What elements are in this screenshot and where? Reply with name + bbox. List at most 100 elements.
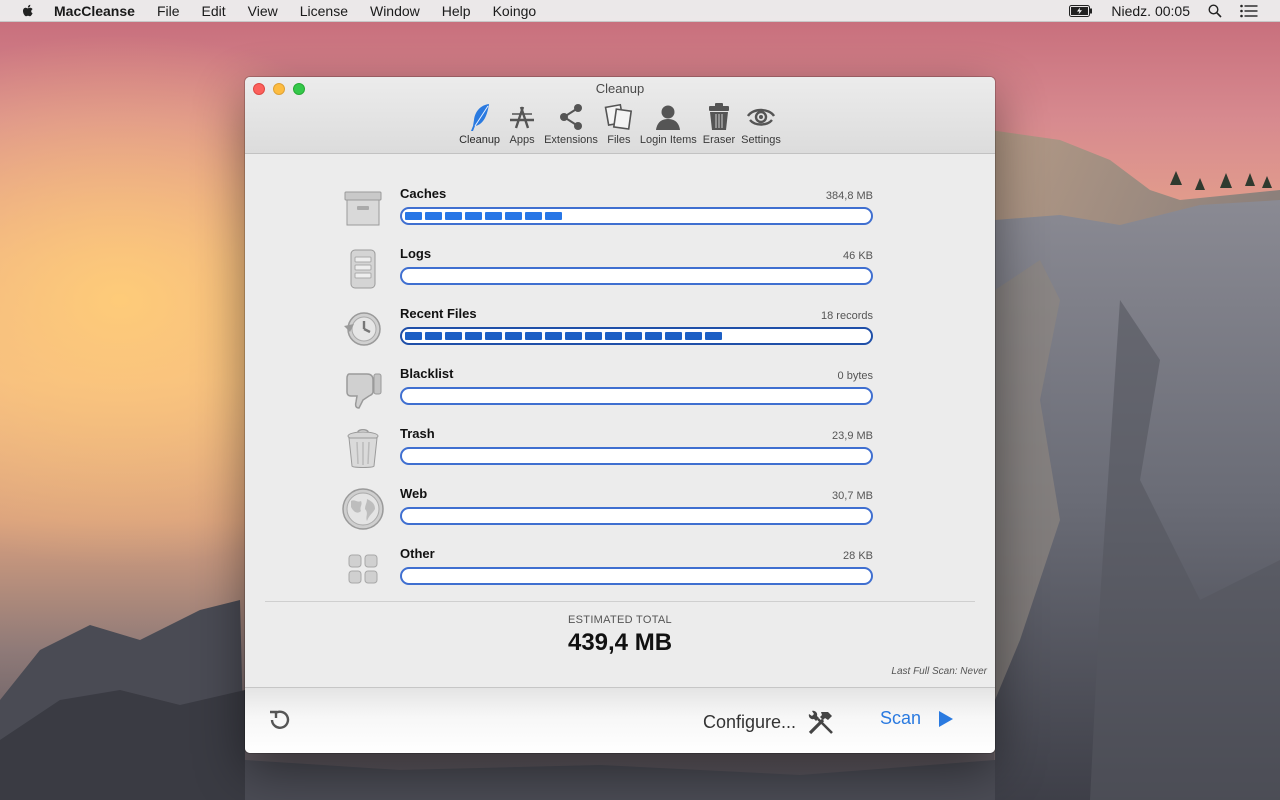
category-size: 384,8 MB <box>825 190 873 202</box>
menu-clock[interactable]: Niedz. 00:05 <box>1111 0 1190 22</box>
progress-segment <box>705 332 722 340</box>
category-row-blacklist[interactable]: Blacklist 0 bytes <box>340 362 880 422</box>
tab-extensions[interactable]: Extensions <box>544 102 598 146</box>
tools-icon <box>808 710 833 735</box>
play-icon <box>939 710 954 727</box>
estimated-total-value: 439,4 MB <box>567 629 673 656</box>
progress-segment <box>645 332 662 340</box>
menu-window[interactable]: Window <box>370 0 420 22</box>
category-size: 18 records <box>821 310 873 322</box>
category-progress-bar <box>400 507 873 525</box>
progress-segment <box>585 332 602 340</box>
category-progress-bar <box>400 567 873 585</box>
app-store-icon <box>506 102 538 132</box>
tab-files[interactable]: Files <box>604 102 634 146</box>
progress-segment <box>525 332 542 340</box>
progress-segment <box>545 212 562 220</box>
apple-icon[interactable] <box>20 3 36 19</box>
scan-label: Scan <box>880 708 922 728</box>
category-size: 46 KB <box>843 250 873 262</box>
trash-icon <box>340 426 386 472</box>
progress-segment <box>425 332 442 340</box>
menu-file[interactable]: File <box>157 0 180 22</box>
spotlight-icon[interactable] <box>1208 3 1222 18</box>
refresh-icon <box>270 710 290 729</box>
category-row-caches[interactable]: Caches 384,8 MB <box>340 182 880 242</box>
tab-login-items-label: Login Items <box>639 134 697 146</box>
category-name: Caches <box>400 186 447 201</box>
category-size: 28 KB <box>843 550 873 562</box>
menu-license[interactable]: License <box>300 0 348 22</box>
progress-segment <box>485 332 502 340</box>
menu-app-name[interactable]: MacCleanse <box>54 0 135 22</box>
menu-bar: MacCleanse File Edit View License Window… <box>0 0 1280 22</box>
category-row-web[interactable]: Web 30,7 MB <box>340 482 880 542</box>
category-row-logs[interactable]: Logs 46 KB <box>340 242 880 302</box>
configure-button[interactable]: Configure... <box>703 708 836 736</box>
progress-fill <box>405 332 725 340</box>
progress-segment <box>625 332 642 340</box>
notification-center-icon[interactable] <box>1240 4 1258 18</box>
summary-divider <box>265 601 975 602</box>
progress-segment <box>445 212 462 220</box>
progress-segment <box>605 332 622 340</box>
category-progress-bar <box>400 207 873 225</box>
tab-apps-label: Apps <box>509 134 535 146</box>
cleanup-window: Cleanup Cleanup Apps Extensions Files Lo… <box>245 77 995 753</box>
progress-segment <box>505 212 522 220</box>
cleanup-content: Caches 384,8 MB Logs 46 KB Recent Files … <box>245 154 995 687</box>
menu-koingo[interactable]: Koingo <box>493 0 537 22</box>
category-name: Logs <box>400 246 432 261</box>
tab-settings[interactable]: Settings <box>741 102 781 146</box>
progress-segment <box>525 212 542 220</box>
progress-segment <box>685 332 702 340</box>
user-icon <box>653 102 683 132</box>
progress-segment <box>545 332 562 340</box>
last-scan-text: Last Full Scan: Never <box>891 666 987 677</box>
configure-label: Configure... <box>703 711 797 732</box>
feather-icon <box>467 102 493 132</box>
battery-icon[interactable] <box>1069 4 1093 17</box>
progress-segment <box>445 332 462 340</box>
thumbs-down-icon <box>340 366 386 412</box>
progress-fill <box>405 212 565 220</box>
progress-segment <box>505 332 522 340</box>
share-icon <box>557 102 585 132</box>
archive-box-icon <box>340 186 386 232</box>
category-row-recent-files[interactable]: Recent Files 18 records <box>340 302 880 362</box>
scan-button[interactable]: Scan <box>880 708 955 729</box>
category-progress-bar <box>400 387 873 405</box>
category-progress-bar <box>400 267 873 285</box>
grid-icon <box>340 546 386 592</box>
log-document-icon <box>340 246 386 292</box>
tab-login-items[interactable]: Login Items <box>640 102 697 146</box>
progress-segment <box>465 332 482 340</box>
category-size: 23,9 MB <box>832 430 873 442</box>
category-name: Other <box>400 546 435 561</box>
tab-eraser[interactable]: Eraser <box>703 102 735 146</box>
history-clock-icon <box>340 306 386 352</box>
menu-edit[interactable]: Edit <box>202 0 226 22</box>
tab-eraser-label: Eraser <box>702 134 736 146</box>
shredder-icon <box>706 102 732 132</box>
tab-apps[interactable]: Apps <box>506 102 538 146</box>
progress-segment <box>485 212 502 220</box>
tab-cleanup[interactable]: Cleanup <box>459 102 500 146</box>
progress-segment <box>565 332 582 340</box>
files-icon <box>604 102 634 132</box>
category-progress-bar <box>400 447 873 465</box>
category-name: Trash <box>400 426 435 441</box>
refresh-button[interactable] <box>266 706 294 734</box>
progress-segment <box>425 212 442 220</box>
window-titlebar: Cleanup Cleanup Apps Extensions Files Lo… <box>245 77 995 154</box>
category-size: 30,7 MB <box>832 490 873 502</box>
tab-extensions-label: Extensions <box>544 134 598 146</box>
category-row-other[interactable]: Other 28 KB <box>340 542 880 602</box>
category-row-trash[interactable]: Trash 23,9 MB <box>340 422 880 482</box>
window-title: Cleanup <box>595 81 645 96</box>
tab-files-label: Files <box>607 134 631 146</box>
estimated-total-label: ESTIMATED TOTAL <box>568 614 672 626</box>
eye-settings-icon <box>745 102 777 132</box>
menu-view[interactable]: View <box>248 0 278 22</box>
menu-help[interactable]: Help <box>442 0 471 22</box>
